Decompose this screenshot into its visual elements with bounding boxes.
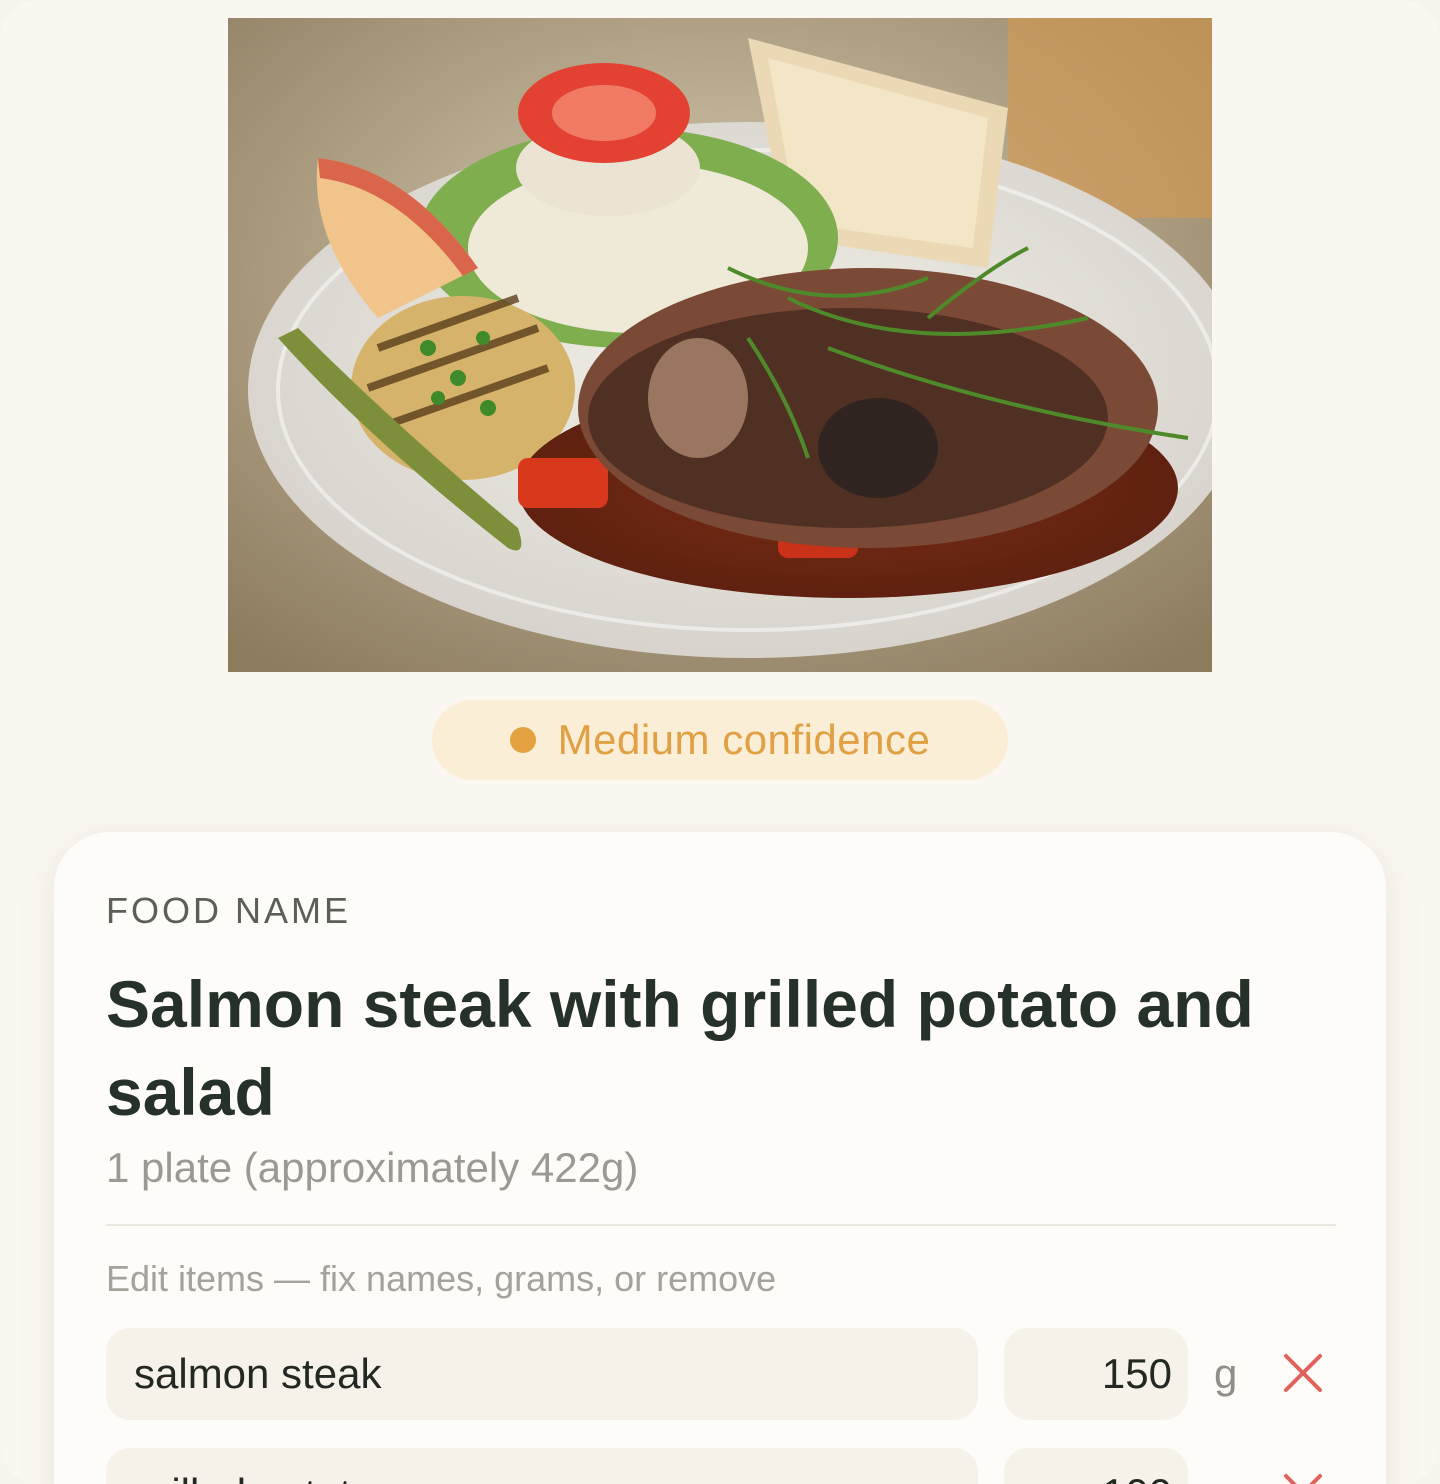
item-row: g bbox=[106, 1328, 1346, 1420]
food-photo-image bbox=[228, 18, 1212, 672]
item-row: g bbox=[106, 1448, 1346, 1484]
item-name-input[interactable] bbox=[106, 1448, 978, 1484]
item-unit-label: g bbox=[1214, 1350, 1238, 1397]
serving-size: 1 plate (approximately 422g) bbox=[106, 1144, 639, 1191]
food-name-label: FOOD NAME bbox=[106, 890, 352, 931]
item-grams-input[interactable] bbox=[1004, 1328, 1188, 1420]
confidence-dot-icon bbox=[509, 727, 536, 753]
item-name-input[interactable] bbox=[106, 1328, 978, 1420]
edit-items-hint: Edit items — fix names, grams, or remove bbox=[106, 1258, 777, 1299]
item-grams-input[interactable] bbox=[1004, 1448, 1188, 1484]
food-photo bbox=[228, 18, 1212, 672]
remove-item-icon[interactable] bbox=[1278, 1468, 1328, 1484]
divider bbox=[106, 1224, 1336, 1226]
result-screen: Medium confidence FOOD NAME Salmon steak… bbox=[0, 0, 1440, 1484]
confidence-label: Medium confidence bbox=[557, 716, 931, 763]
confidence-badge: Medium confidence bbox=[432, 700, 1008, 780]
food-details-card: FOOD NAME Salmon steak with grilled pota… bbox=[54, 832, 1386, 1484]
remove-item-icon[interactable] bbox=[1278, 1348, 1328, 1398]
food-name: Salmon steak with grilled potato and sal… bbox=[106, 967, 1254, 1129]
item-unit-label: g bbox=[1214, 1470, 1237, 1484]
